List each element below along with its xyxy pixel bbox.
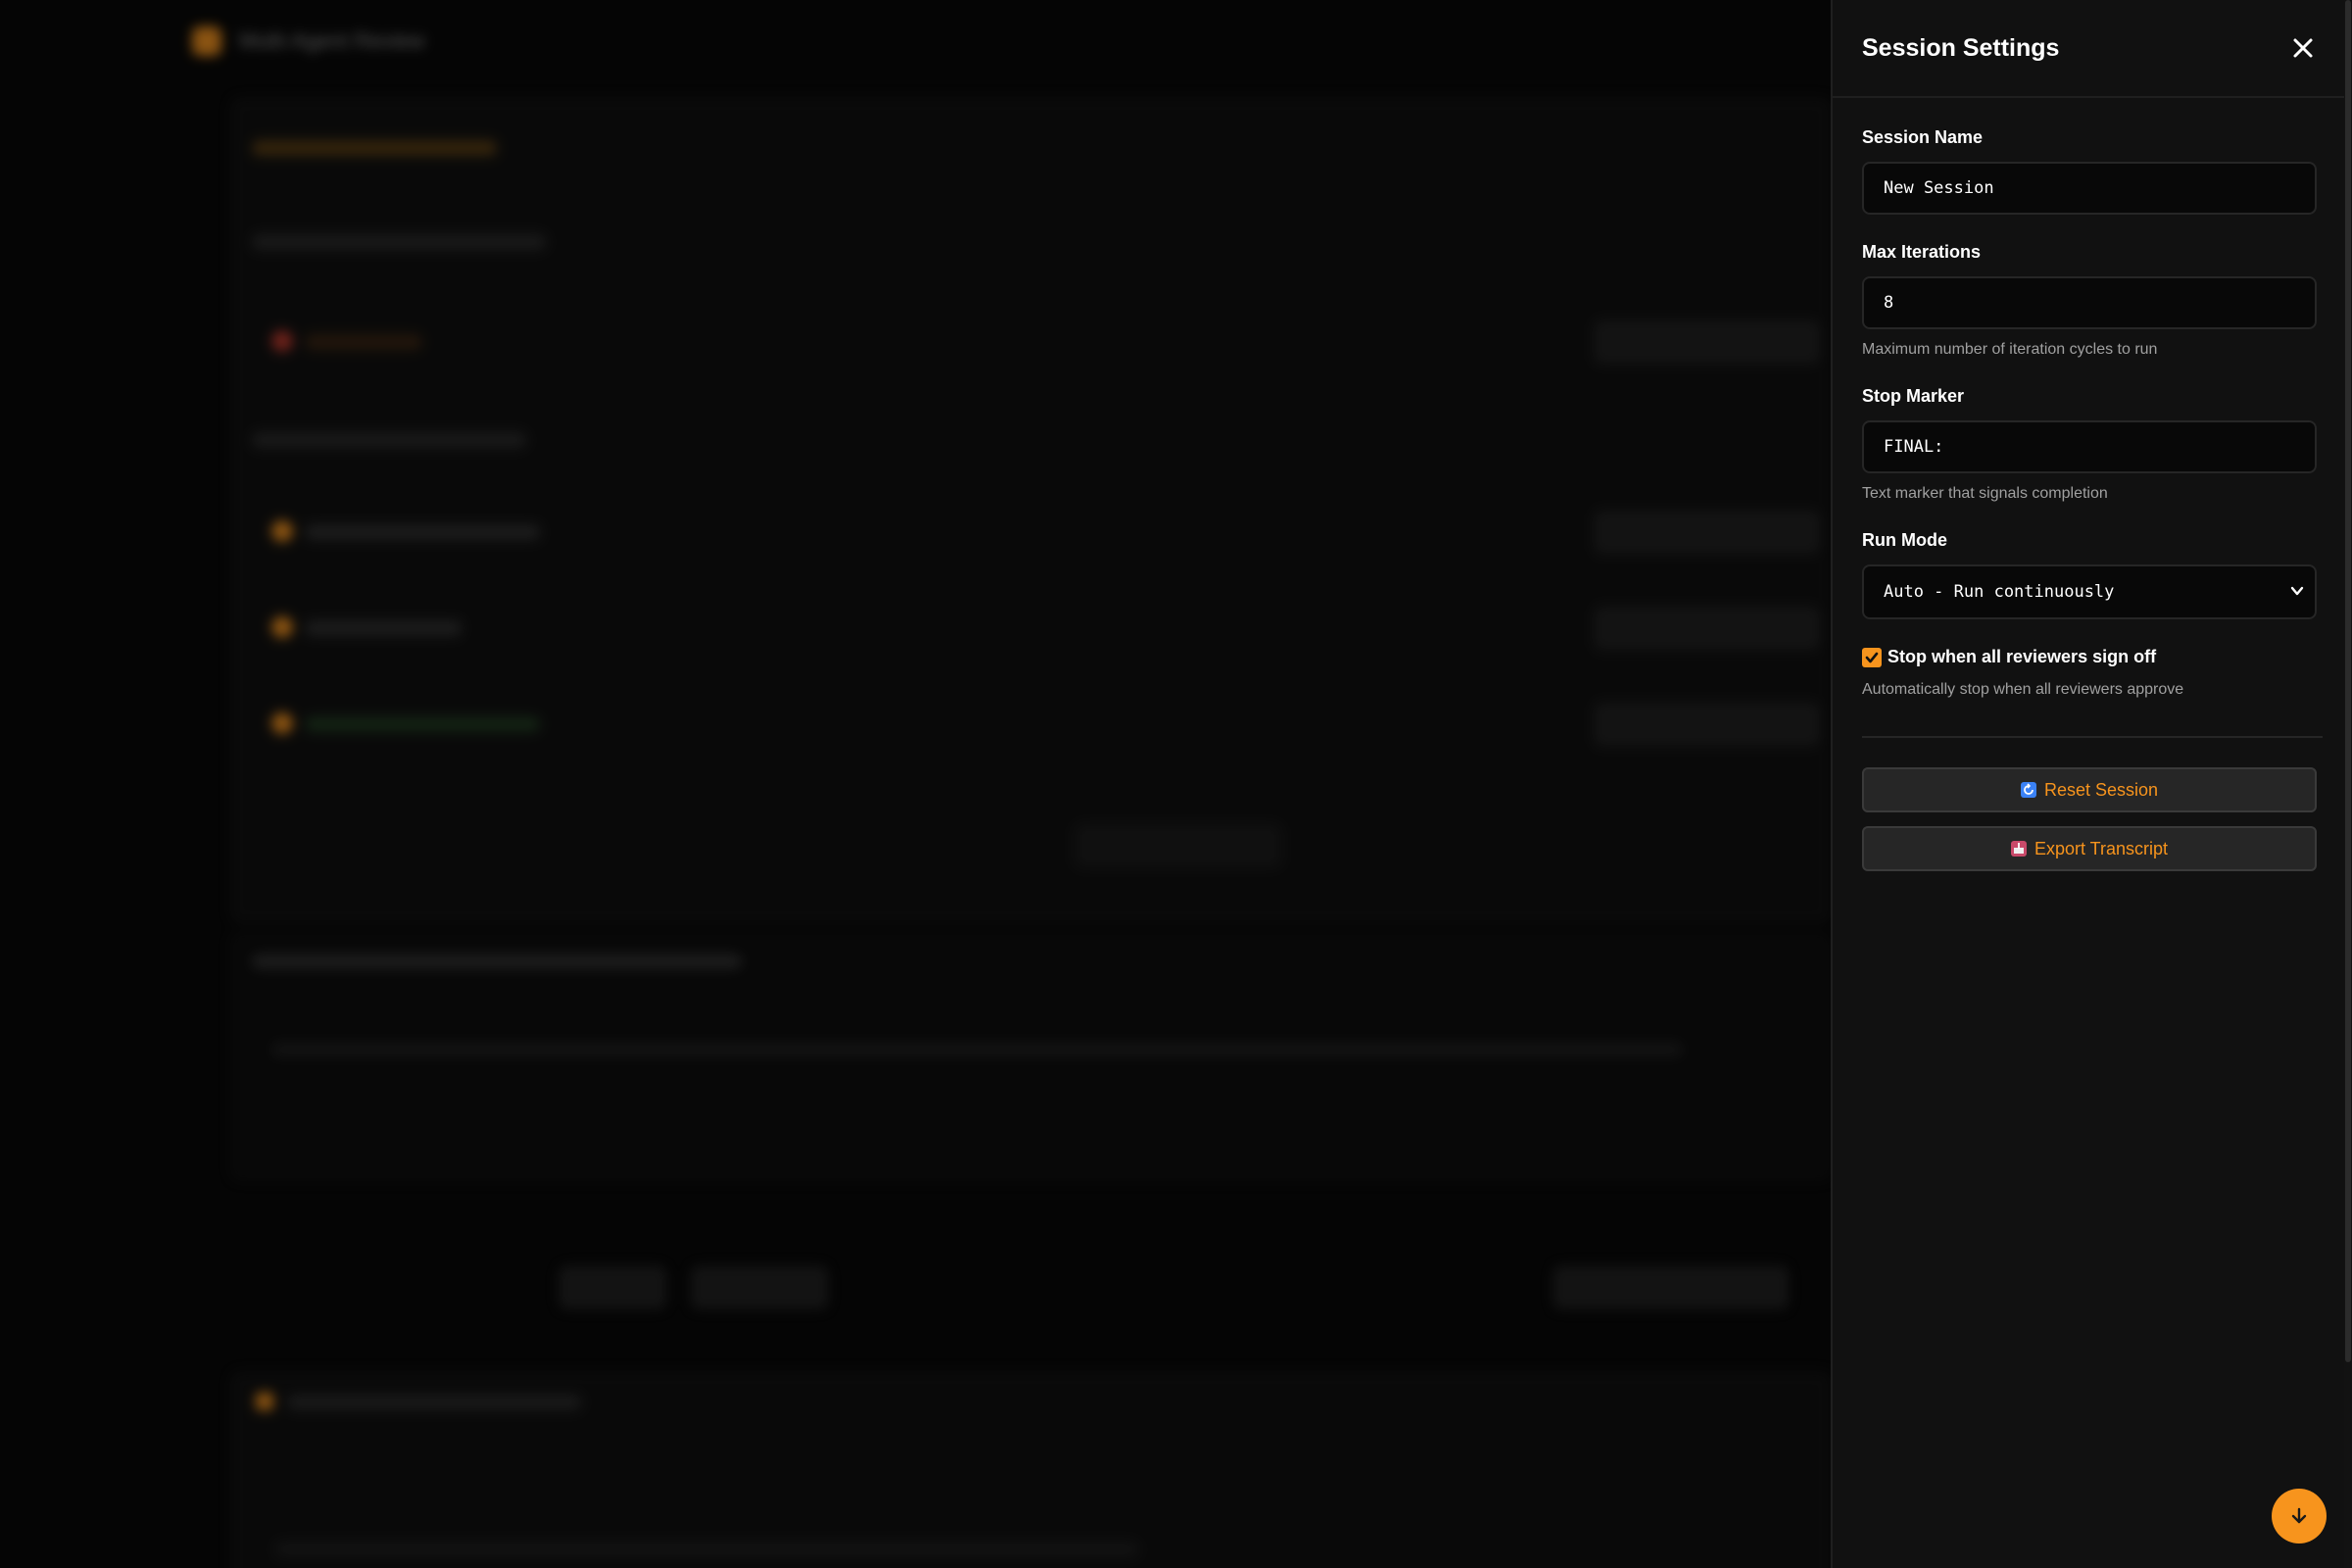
run-mode-select-wrapper: Auto - Run continuously bbox=[1862, 564, 2317, 619]
background-header: Multi-Agent Review bbox=[192, 22, 425, 61]
export-transcript-label: Export Transcript bbox=[2034, 838, 2169, 858]
background-line bbox=[305, 334, 422, 350]
close-icon bbox=[2293, 38, 2313, 58]
background-card bbox=[231, 933, 1831, 1180]
background-button bbox=[559, 1266, 666, 1309]
check-icon bbox=[1865, 652, 1879, 662]
drawer-body: Session Name Max Iterations Maximum numb… bbox=[1833, 98, 2352, 871]
background-button bbox=[1594, 511, 1820, 554]
background-card bbox=[231, 1372, 1831, 1568]
session-name-input[interactable] bbox=[1862, 162, 2317, 215]
background-button bbox=[691, 1266, 828, 1309]
arrow-down-icon bbox=[2291, 1507, 2307, 1524]
drawer-header: Session Settings bbox=[1833, 0, 2352, 98]
background-app: Multi-Agent Review bbox=[0, 0, 1831, 1568]
max-iterations-hint: Maximum number of iteration cycles to ru… bbox=[1862, 341, 2158, 358]
auto-stop-row: Stop when all reviewers sign off bbox=[1862, 647, 2323, 667]
auto-stop-field: Stop when all reviewers sign off Automat… bbox=[1862, 647, 2323, 699]
export-icon bbox=[2010, 841, 2027, 857]
stop-marker-field: Stop Marker Text marker that signals com… bbox=[1862, 386, 2323, 503]
stop-marker-label: Stop Marker bbox=[1862, 386, 1965, 406]
background-button bbox=[1594, 607, 1820, 650]
background-line bbox=[252, 234, 546, 250]
background-dot bbox=[256, 1393, 273, 1410]
background-button bbox=[1594, 320, 1820, 364]
background-line bbox=[252, 432, 526, 448]
auto-stop-label[interactable]: Stop when all reviewers sign off bbox=[1887, 647, 2156, 667]
auto-stop-checkbox[interactable] bbox=[1862, 647, 1882, 667]
background-dot bbox=[271, 712, 293, 734]
background-line bbox=[252, 140, 497, 156]
session-settings-drawer: Session Settings Session Name Max Iterat… bbox=[1831, 0, 2352, 1568]
export-transcript-button[interactable]: Export Transcript bbox=[1862, 826, 2317, 871]
background-app-title: Multi-Agent Review bbox=[239, 28, 425, 53]
background-line bbox=[275, 1542, 1138, 1557]
drawer-title: Session Settings bbox=[1862, 33, 2060, 62]
reset-session-button[interactable]: Reset Session bbox=[1862, 767, 2317, 812]
background-line bbox=[252, 954, 742, 969]
background-dot bbox=[271, 330, 293, 352]
max-iterations-input[interactable] bbox=[1862, 276, 2317, 329]
stop-marker-input[interactable] bbox=[1862, 420, 2317, 473]
max-iterations-label: Max Iterations bbox=[1862, 242, 1982, 262]
session-name-label: Session Name bbox=[1862, 127, 1984, 147]
run-mode-label: Run Mode bbox=[1862, 530, 1947, 550]
app-logo bbox=[192, 26, 221, 56]
background-line bbox=[271, 1042, 1683, 1057]
run-mode-field: Run Mode Auto - Run continuously bbox=[1862, 530, 2323, 619]
max-iterations-field: Max Iterations Maximum number of iterati… bbox=[1862, 242, 2323, 359]
reset-session-label: Reset Session bbox=[2043, 779, 2159, 800]
background-line bbox=[305, 716, 540, 732]
drawer-divider bbox=[1862, 736, 2323, 738]
close-button[interactable] bbox=[2283, 28, 2323, 68]
background-line bbox=[305, 620, 462, 636]
background-dot bbox=[271, 520, 293, 542]
background-button bbox=[1594, 703, 1820, 746]
scroll-to-bottom-button[interactable] bbox=[2272, 1489, 2327, 1544]
background-line bbox=[305, 524, 540, 540]
app-window: Multi-Agent Review Session Settings Sess… bbox=[0, 0, 2352, 1568]
background-button bbox=[1075, 824, 1281, 867]
run-mode-select[interactable]: Auto - Run continuously bbox=[1862, 564, 2317, 619]
background-line bbox=[287, 1395, 581, 1410]
stop-marker-hint: Text marker that signals completion bbox=[1862, 485, 2108, 502]
session-name-field: Session Name bbox=[1862, 127, 2323, 215]
scrollbar-thumb[interactable] bbox=[2345, 0, 2351, 1362]
auto-stop-hint: Automatically stop when all reviewers ap… bbox=[1862, 681, 2184, 698]
background-button bbox=[1553, 1266, 1788, 1309]
refresh-icon bbox=[2020, 782, 2036, 798]
background-dot bbox=[271, 616, 293, 638]
background-card bbox=[231, 98, 1831, 923]
